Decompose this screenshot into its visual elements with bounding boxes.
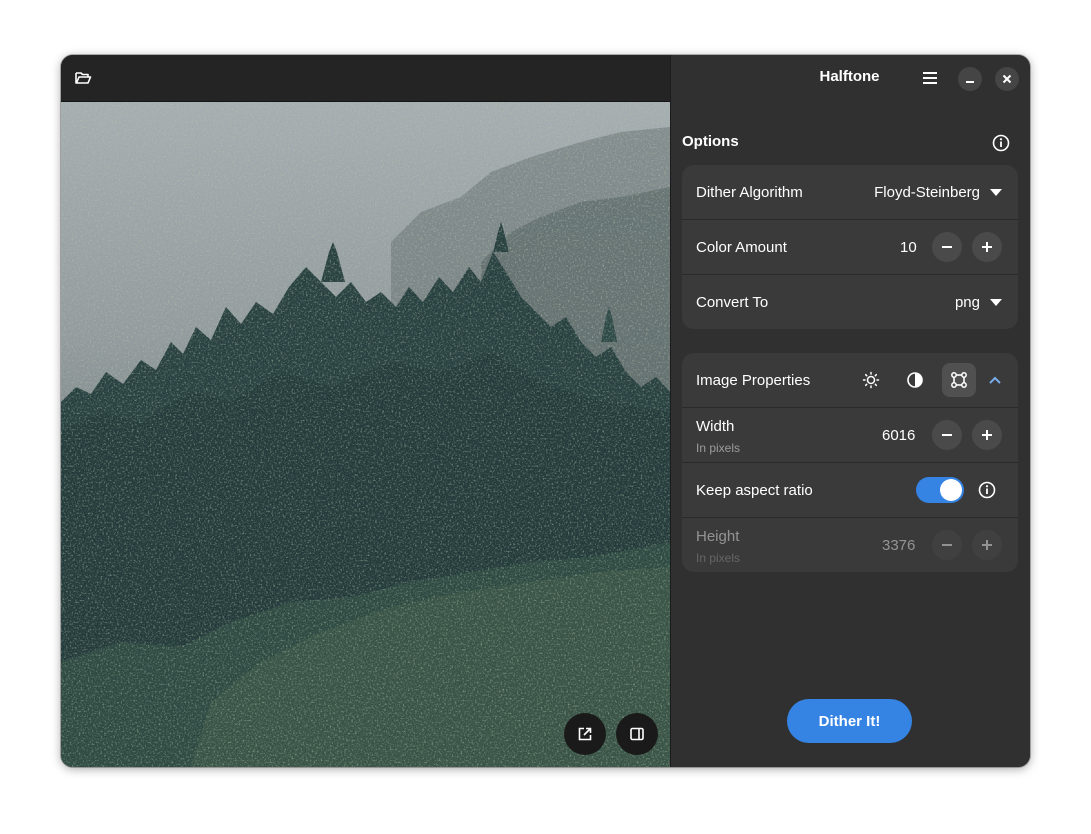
- dither-algorithm-value[interactable]: Floyd-Steinberg: [874, 184, 980, 201]
- main-menu-button[interactable]: [919, 67, 941, 89]
- minus-icon: [942, 246, 952, 248]
- color-amount-increment-button[interactable]: [972, 232, 1002, 262]
- width-value[interactable]: 6016: [882, 427, 915, 444]
- width-label: Width: [696, 418, 735, 435]
- forest-image: [61, 102, 670, 767]
- app-window: Halftone Options Dither Algorithm Floyd-…: [61, 55, 1030, 767]
- width-row: Width In pixels 6016: [682, 408, 1018, 463]
- image-preview-pane: [61, 55, 670, 767]
- image-properties-card: Image Properties Width In pixels 6016 Ke…: [682, 353, 1018, 572]
- image-properties-label: Image Properties: [696, 371, 811, 389]
- height-label: Height: [696, 528, 740, 545]
- color-amount-decrement-button[interactable]: [932, 232, 962, 262]
- brightness-button[interactable]: [854, 363, 888, 397]
- minus-icon: [942, 434, 952, 436]
- resize-button[interactable]: [942, 363, 976, 397]
- color-amount-row: Color Amount 10: [682, 220, 1018, 275]
- folder-open-icon: [75, 72, 92, 84]
- chevron-up-icon: [989, 376, 1001, 384]
- keep-aspect-ratio-label: Keep aspect ratio: [696, 481, 813, 499]
- height-row: Height In pixels 3376: [682, 518, 1018, 572]
- convert-to-row[interactable]: Convert To png: [682, 275, 1018, 329]
- options-sidebar: Halftone Options Dither Algorithm Floyd-…: [671, 55, 1030, 767]
- close-icon: [1002, 74, 1012, 84]
- dropdown-arrow-icon: [990, 189, 1002, 196]
- image-properties-header-row: Image Properties: [682, 353, 1018, 408]
- plus-icon: [982, 430, 992, 440]
- width-sublabel: In pixels: [696, 441, 741, 455]
- info-icon: [978, 481, 996, 499]
- options-heading: Options: [682, 133, 739, 150]
- dropdown-arrow-icon: [990, 299, 1002, 306]
- color-amount-label: Color Amount: [696, 238, 787, 256]
- options-card: Dither Algorithm Floyd-Steinberg Color A…: [682, 165, 1018, 329]
- open-file-button[interactable]: [72, 67, 94, 89]
- open-external-button[interactable]: [564, 713, 606, 755]
- options-info-button[interactable]: [990, 132, 1012, 154]
- height-value: 3376: [882, 536, 916, 554]
- height-sublabel: In pixels: [696, 551, 741, 565]
- preview-header: [61, 55, 670, 102]
- resize-icon: [951, 372, 967, 388]
- dither-button[interactable]: Dither It!: [787, 699, 912, 743]
- external-link-icon: [578, 727, 592, 741]
- plus-icon: [982, 540, 992, 550]
- aspect-ratio-info-button[interactable]: [970, 473, 1004, 507]
- height-increment-button: [972, 530, 1002, 560]
- toggle-knob: [940, 479, 962, 501]
- dither-algorithm-row[interactable]: Dither Algorithm Floyd-Steinberg: [682, 165, 1018, 220]
- hamburger-menu-icon: [923, 72, 937, 84]
- collapse-properties-button[interactable]: [978, 363, 1012, 397]
- minus-icon: [942, 544, 952, 546]
- info-icon: [992, 134, 1010, 152]
- keep-aspect-ratio-row: Keep aspect ratio: [682, 463, 1018, 518]
- dither-algorithm-label: Dither Algorithm: [696, 183, 803, 201]
- convert-to-value[interactable]: png: [955, 294, 980, 311]
- dithered-image: [61, 102, 670, 767]
- close-button[interactable]: [995, 67, 1019, 91]
- sidebar-toggle-icon: [630, 727, 644, 741]
- minimize-button[interactable]: [958, 67, 982, 91]
- plus-icon: [982, 242, 992, 252]
- minimize-icon: [966, 81, 974, 83]
- width-decrement-button[interactable]: [932, 420, 962, 450]
- convert-to-label: Convert To: [696, 293, 769, 311]
- contrast-icon: [907, 372, 923, 388]
- contrast-button[interactable]: [898, 363, 932, 397]
- keep-aspect-ratio-toggle[interactable]: [916, 477, 964, 503]
- toggle-sidebar-button[interactable]: [616, 713, 658, 755]
- brightness-icon: [862, 371, 880, 389]
- width-increment-button[interactable]: [972, 420, 1002, 450]
- height-decrement-button: [932, 530, 962, 560]
- color-amount-value[interactable]: 10: [900, 239, 917, 256]
